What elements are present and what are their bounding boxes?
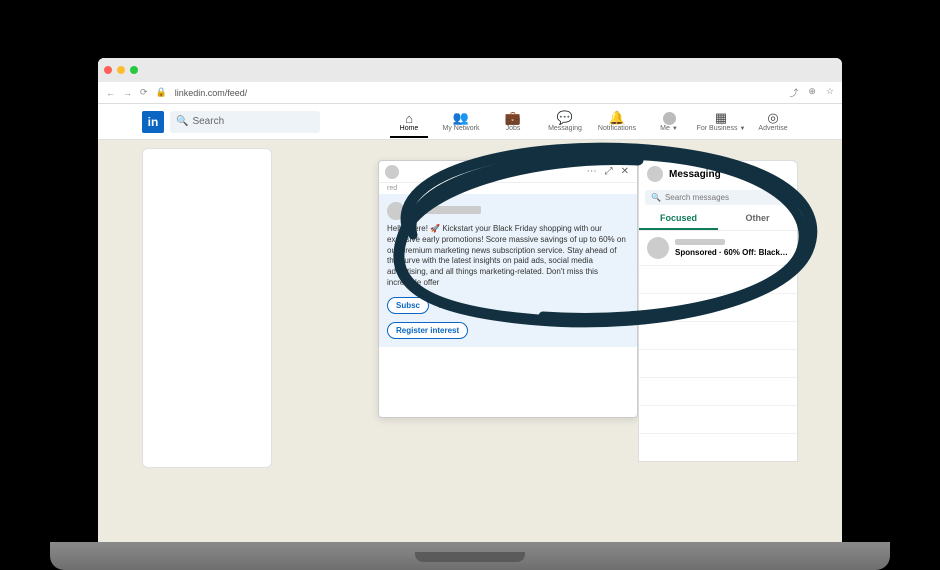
collapse-icon[interactable]: ⤢ [603, 166, 615, 177]
window-min-dot[interactable] [117, 66, 125, 74]
nav-me-label: Me [660, 125, 670, 132]
conversation-subline: Sponsored · 60% Off: Black Fri [675, 248, 789, 257]
nav-network-label: My Network [443, 125, 480, 132]
nav-network[interactable]: 👥 My Network [436, 109, 486, 134]
list-item [639, 377, 797, 405]
nav-business[interactable]: ▦ For Business▼ [696, 109, 746, 134]
linkedin-logo[interactable]: in [142, 111, 164, 133]
chevron-down-icon: ▼ [672, 126, 678, 132]
shield-icon[interactable]: ⊕ [808, 86, 816, 99]
nav-home[interactable]: ⌂ Home [384, 109, 434, 134]
search-icon: 🔍 [176, 116, 188, 127]
sponsored-inmail-window: ⋯ ⤢ ✕ red Hello there! 🚀 Kickstart your … [378, 160, 638, 418]
search-placeholder: Search [192, 116, 224, 127]
list-item [639, 265, 797, 293]
url-text[interactable]: linkedin.com/feed/ [175, 88, 782, 98]
window-max-dot[interactable] [130, 66, 138, 74]
left-rail-card [142, 148, 272, 468]
nav-jobs-label: Jobs [506, 125, 521, 132]
sponsored-label: red [379, 183, 637, 194]
sender-name-placeholder [411, 206, 481, 214]
sender-avatar-icon [387, 202, 405, 220]
nav-me[interactable]: Me▼ [644, 109, 694, 134]
tab-focused[interactable]: Focused [639, 208, 718, 230]
list-item [639, 405, 797, 433]
nav-advertise-label: Advertise [758, 125, 787, 132]
reload-icon[interactable]: ⟳ [140, 87, 148, 98]
messaging-search-input[interactable]: 🔍 Search messages [645, 190, 791, 205]
grid-icon: ▦ [715, 111, 727, 125]
lock-icon: 🔒 [156, 87, 167, 98]
back-icon[interactable]: ← [106, 88, 115, 98]
search-icon: 🔍 [651, 193, 661, 202]
text-underline [439, 302, 473, 308]
nav-home-label: Home [400, 125, 419, 132]
linkedin-body: ⋯ ⤢ ✕ red Hello there! 🚀 Kickstart your … [98, 140, 842, 550]
register-interest-button[interactable]: Register interest [387, 322, 468, 339]
chevron-down-icon: ▼ [739, 126, 745, 132]
forward-icon[interactable]: → [123, 88, 132, 98]
self-avatar-icon [647, 166, 663, 182]
close-icon[interactable]: ✕ [619, 166, 631, 177]
conversation-item[interactable]: Sponsored · 60% Off: Black Fri [639, 231, 797, 265]
nav-messaging-label: Messaging [548, 125, 582, 132]
target-icon: ◎ [767, 111, 778, 125]
browser-tabbar [98, 58, 842, 82]
home-icon: ⌂ [405, 111, 413, 125]
chat-icon: 💬 [557, 111, 573, 125]
messaging-title: Messaging [669, 169, 721, 180]
nav-notifications[interactable]: 🔔 Notifications [592, 109, 642, 134]
briefcase-icon: 💼 [505, 111, 521, 125]
bookmark-icon[interactable]: ☆ [826, 86, 834, 99]
subscribe-button[interactable]: Subsc [387, 297, 429, 314]
me-avatar-icon [663, 112, 676, 125]
messaging-panel: Messaging 🔍 Search messages Focused Othe… [638, 160, 798, 462]
message-body: Hello there! 🚀 Kickstart your Black Frid… [387, 224, 629, 289]
bell-icon: 🔔 [609, 111, 625, 125]
list-item [639, 349, 797, 377]
people-icon: 👥 [453, 111, 469, 125]
window-close-dot[interactable] [104, 66, 112, 74]
nav-jobs[interactable]: 💼 Jobs [488, 109, 538, 134]
search-input[interactable]: 🔍 Search [170, 111, 320, 133]
share-icon[interactable]: ⤴ [789, 86, 798, 99]
browser-address-bar: ← → ⟳ 🔒 linkedin.com/feed/ ⤴ ⊕ ☆ [98, 82, 842, 104]
list-item [639, 433, 797, 461]
list-item [639, 293, 797, 321]
sender-avatar-icon [385, 165, 399, 179]
nav-business-label: For Business [697, 125, 738, 132]
conversation-name-placeholder [675, 239, 725, 245]
more-icon[interactable]: ⋯ [585, 166, 599, 177]
nav-notifications-label: Notifications [598, 125, 636, 132]
linkedin-top-nav: in 🔍 Search ⌂ Home 👥 My Network 💼 [98, 104, 842, 140]
list-item [639, 321, 797, 349]
nav-advertise[interactable]: ◎ Advertise [748, 109, 798, 134]
conversation-avatar-icon [647, 237, 669, 259]
tab-other[interactable]: Other [718, 208, 797, 230]
nav-messaging[interactable]: 💬 Messaging [540, 109, 590, 134]
message-footer [379, 347, 637, 417]
messaging-search-placeholder: Search messages [665, 193, 729, 202]
